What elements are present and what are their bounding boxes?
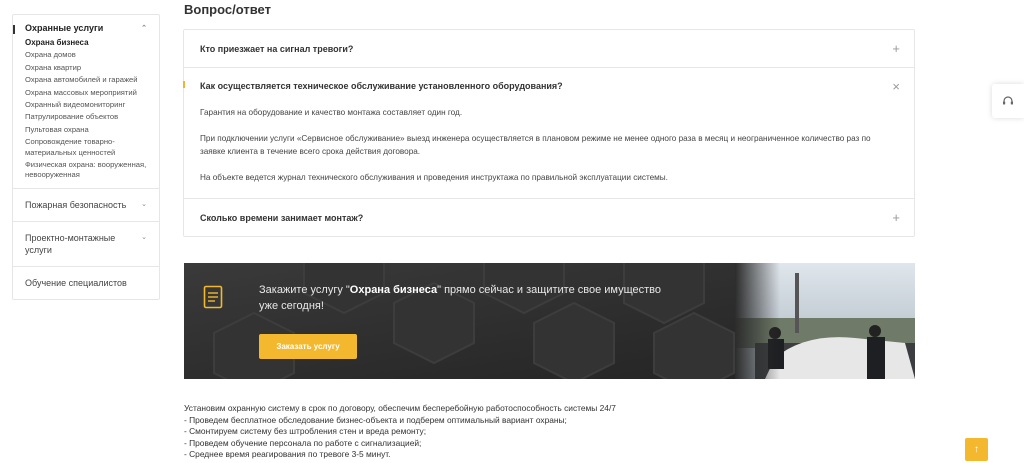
faq-item[interactable]: Кто приезжает на сигнал тревоги? + [184,30,914,68]
sidebar-group-label: Пожарная безопасность [25,199,127,210]
document-icon [203,285,223,309]
order-service-button[interactable]: Заказать услугу [259,334,357,359]
faq-question: Сколько времени занимает монтаж? [200,212,364,223]
sidebar-group-install[interactable]: Проектно-монтажные услуги ⌄ [13,222,159,267]
callback-widget[interactable] [992,84,1024,118]
banner-text-start: Закажите услугу " [259,284,350,296]
scroll-up-button[interactable]: ↑ [965,438,988,461]
sidebar-item-events[interactable]: Охрана массовых мероприятий [25,87,153,99]
description-line: - Проведем бесплатное обследование бизне… [184,414,567,425]
chevron-up-icon: ⌃ [141,25,147,32]
sidebar-group-fire[interactable]: Пожарная безопасность ⌄ [13,189,159,222]
faq-question: Как осуществляется техническое обслужива… [200,81,563,91]
sidebar-item-cars[interactable]: Охрана автомобилей и гаражей [25,74,153,86]
description-line: - Смонтируем систему без штробления стен… [184,426,427,436]
description-line: - Проведем обучение персонала по работе … [184,437,422,448]
plus-icon[interactable]: + [892,210,900,225]
description-line: Установим охранную систему в срок по дог… [184,403,616,413]
service-description: Установим охранную систему в срок по дог… [184,403,616,461]
faq-answer-paragraph: Гарантия на оборудование и качество монт… [200,108,463,117]
faq-accordion: Кто приезжает на сигнал тревоги? + Как о… [183,29,915,237]
sidebar-group-label: Проектно-монтажные услуги [25,232,116,255]
plus-icon[interactable]: + [892,41,900,56]
faq-item[interactable]: Как осуществляется техническое обслужива… [183,68,914,199]
sidebar-group-label: Обучение специалистов [25,277,127,288]
faq-question-row[interactable]: Сколько времени занимает монтаж? + [184,199,914,236]
banner-service-name: Охрана бизнеса [349,284,438,296]
sidebar-item-console[interactable]: Пультовая охрана [25,124,153,136]
sidebar-menu: Охранные услуги ⌃ Охрана бизнеса Охрана … [12,14,160,300]
sidebar-item-escort[interactable]: Сопровождение товарно-материальных ценно… [25,136,153,159]
arrow-up-icon: ↑ [974,444,979,455]
faq-answer-paragraph: На объекте ведется журнал технического о… [200,173,668,182]
close-icon[interactable]: × [892,79,900,94]
sidebar-submenu: Охрана бизнеса Охрана домов Охрана кварт… [13,37,159,188]
faq-answer: Гарантия на оборудование и качество монт… [184,104,914,198]
faq-answer-paragraph: При подключении услуги «Сервисное обслуж… [200,134,871,156]
banner-text: Закажите услугу "Охрана бизнеса" прямо с… [259,282,679,314]
sidebar-item-patrol[interactable]: Патрулирование объектов [25,111,153,123]
active-marker [13,25,15,34]
sidebar-item-video[interactable]: Охранный видеомониторинг [25,99,153,111]
faq-item[interactable]: Сколько времени занимает монтаж? + [184,199,914,236]
description-line: - Среднее время реагирования по тревоге … [184,449,391,459]
promo-banner: Закажите услугу "Охрана бизнеса" прямо с… [184,263,915,379]
sidebar-group-security-head[interactable]: Охранные услуги ⌃ [13,15,159,37]
sidebar-group-label: Охранные услуги [25,23,104,33]
faq-question: Кто приезжает на сигнал тревоги? [200,43,354,54]
faq-question-row[interactable]: Как осуществляется техническое обслужива… [184,68,914,104]
faq-question-row[interactable]: Кто приезжает на сигнал тревоги? + [184,30,914,67]
sidebar-group-security: Охранные услуги ⌃ Охрана бизнеса Охрана … [13,15,159,189]
sidebar-group-training[interactable]: Обучение специалистов [13,267,159,299]
sidebar-item-physical[interactable]: Физическая охрана: вооруженная, невооруж… [25,159,153,182]
page-title: Вопрос/ответ [184,2,271,17]
sidebar-item-houses[interactable]: Охрана домов [25,49,153,61]
active-accent [183,81,185,88]
chevron-down-icon: ⌄ [141,200,147,208]
headset-icon [1003,96,1013,105]
guards-photo [735,263,915,379]
sidebar-item-business[interactable]: Охрана бизнеса [25,37,153,49]
sidebar-item-apartments[interactable]: Охрана квартир [25,62,153,74]
chevron-down-icon: ⌄ [141,233,147,241]
